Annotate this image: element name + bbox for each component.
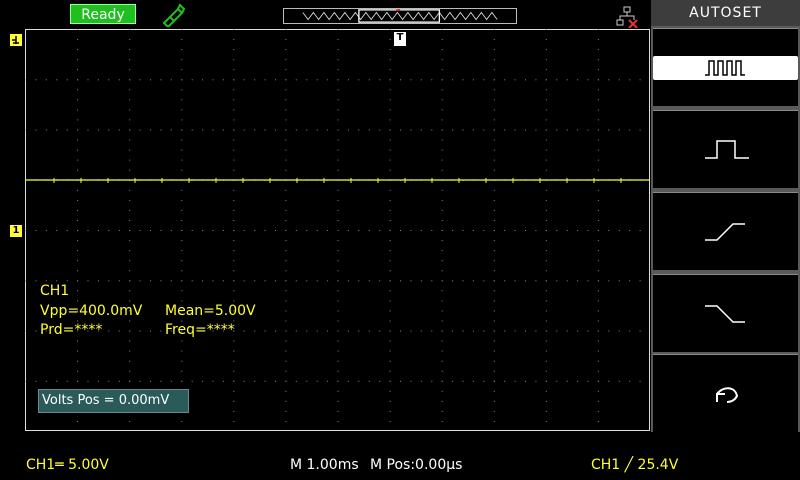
- measure-vpp: Vpp=400.0mV: [40, 303, 143, 319]
- single-pulse-icon: [705, 140, 749, 159]
- trigger-info[interactable]: CH1 ╱ 25.4V: [591, 455, 678, 475]
- rising-edge-icon: [705, 223, 745, 241]
- ground-level-marker[interactable]: [10, 34, 22, 46]
- waveform-display[interactable]: [25, 29, 650, 431]
- undo-autoset-button[interactable]: [653, 354, 798, 432]
- trigger-position-marker[interactable]: T: [394, 32, 406, 46]
- multi-period-button[interactable]: [653, 28, 798, 106]
- network-disconnected-icon: [616, 6, 638, 28]
- trigger-position-strip: [283, 8, 517, 24]
- measure-mean: Mean=5.00V: [165, 303, 256, 319]
- measure-frequency: Freq=****: [165, 322, 235, 338]
- time-base[interactable]: M 1.00ms: [290, 455, 359, 475]
- autoset-menu: AUTOSET: [651, 0, 800, 432]
- horizontal-position[interactable]: M Pos:0.00µs: [370, 455, 462, 475]
- falling-edge-icon: [705, 305, 745, 323]
- ch1-scale[interactable]: CH1═ 5.00V: [26, 455, 109, 475]
- menu-title: AUTOSET: [651, 0, 800, 26]
- measure-channel-label: CH1: [40, 283, 70, 299]
- undo-icon: [716, 387, 739, 403]
- status-ready-indicator: Ready: [70, 4, 136, 24]
- single-period-button[interactable]: [653, 110, 798, 188]
- channel1-marker[interactable]: 1: [10, 225, 22, 237]
- falling-edge-button[interactable]: [653, 274, 798, 352]
- probe-icon: [162, 3, 186, 27]
- rising-edge-button[interactable]: [653, 192, 798, 270]
- measure-period: Prd=****: [40, 322, 103, 338]
- volts-position-readout: Volts Pos = 0.00mV: [38, 389, 189, 413]
- multi-period-wave-icon: [705, 60, 745, 76]
